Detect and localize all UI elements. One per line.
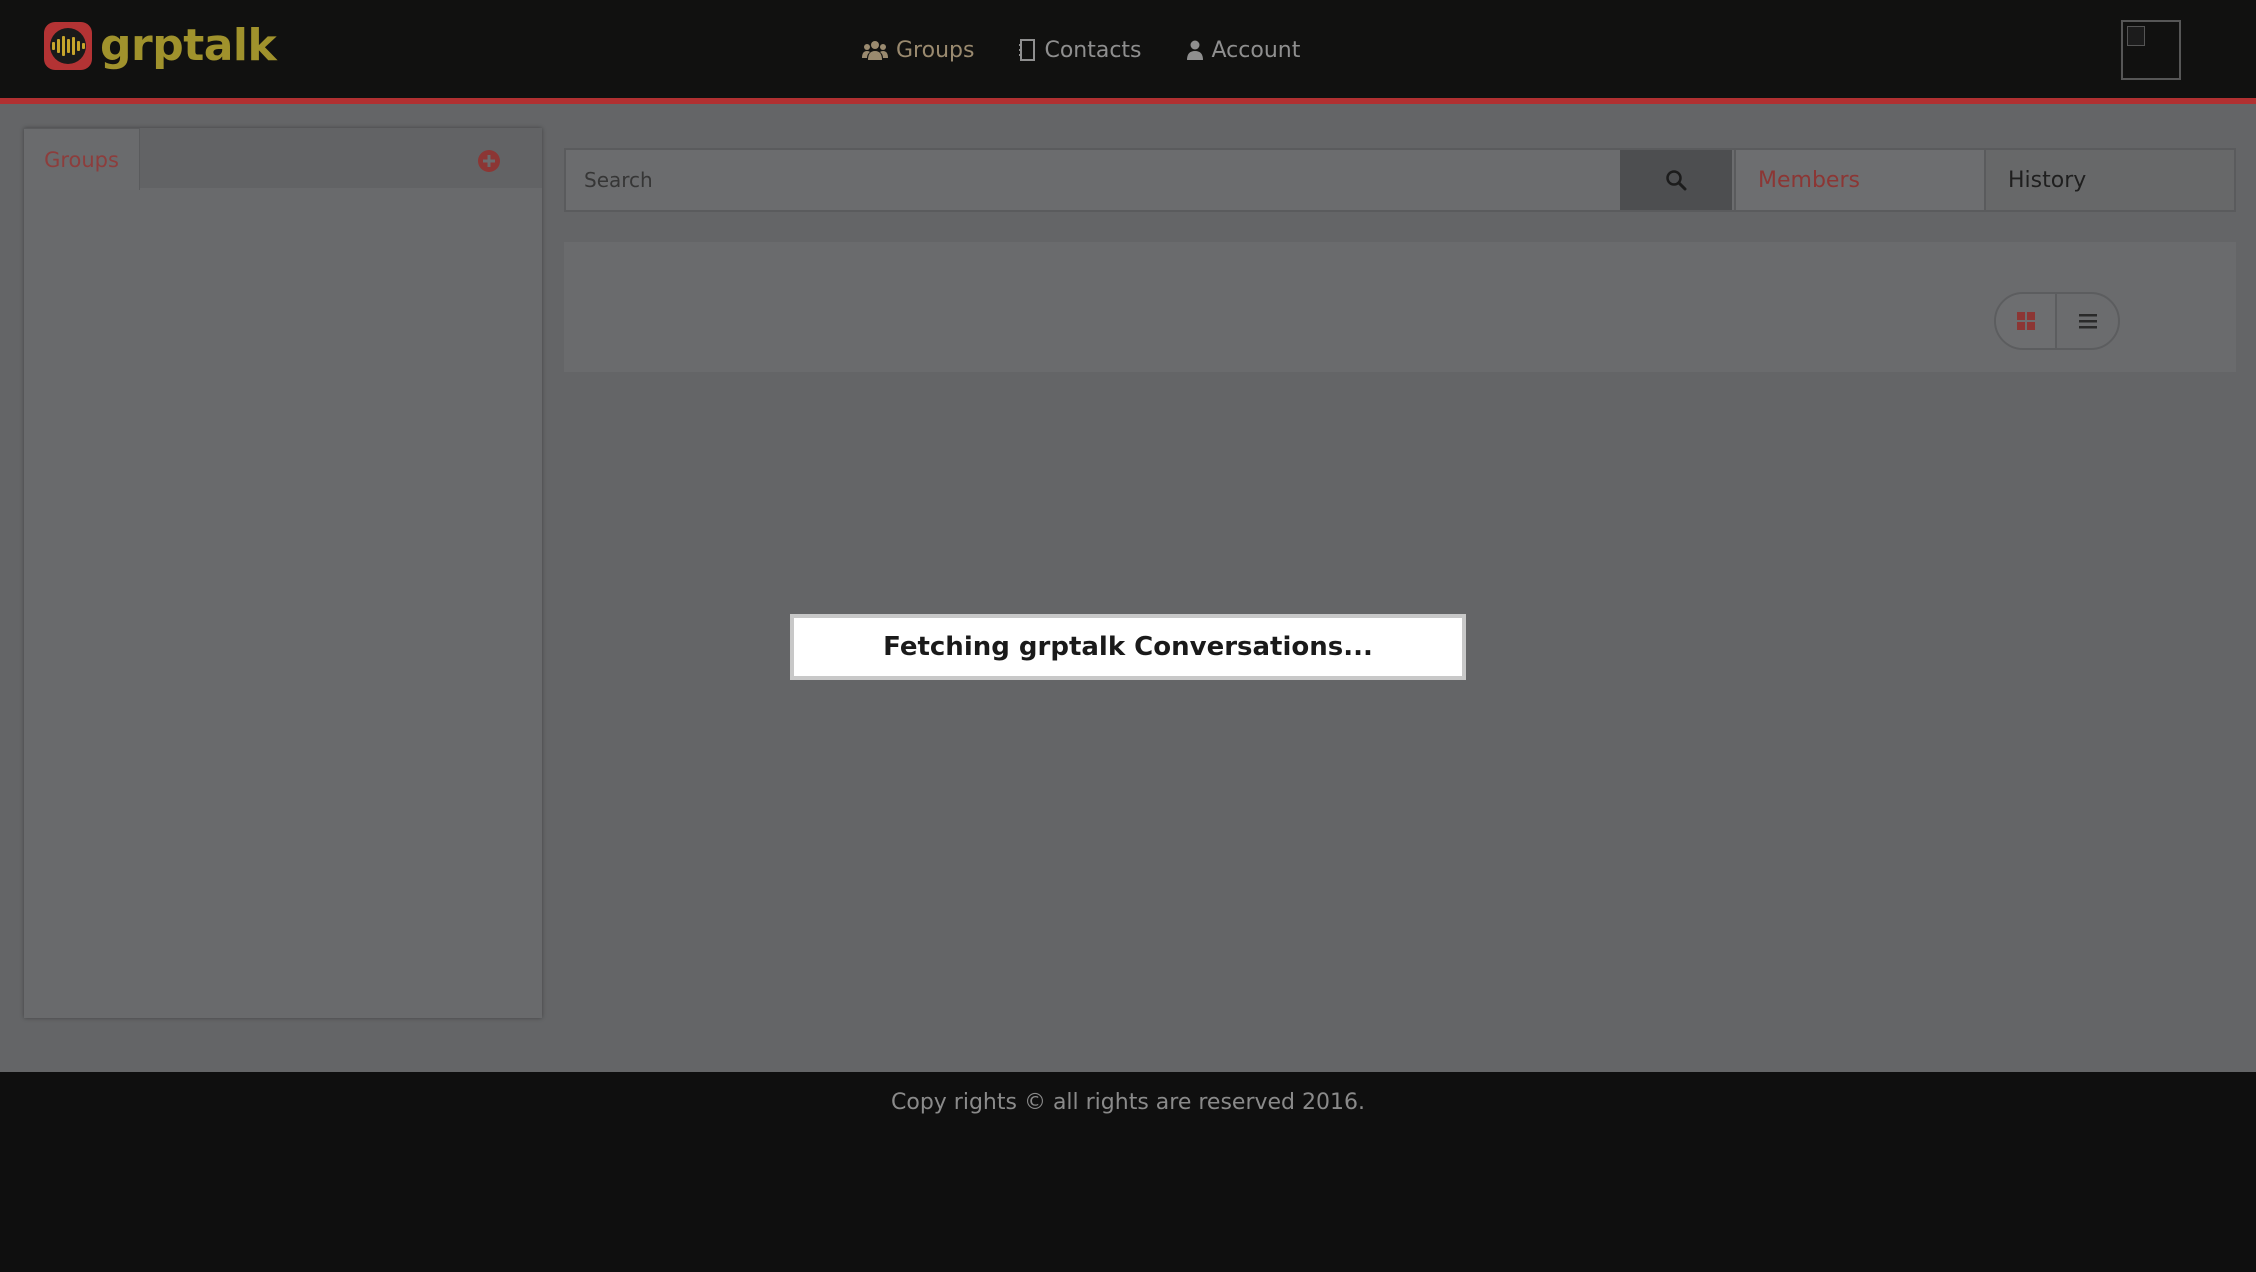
tab-history[interactable]: History [1984, 150, 2234, 210]
search-icon [1666, 170, 1687, 191]
profile-avatar[interactable] [2121, 20, 2181, 80]
main-content: Groups Members History [0, 104, 2256, 1072]
broken-image-icon [2127, 26, 2145, 46]
nav-groups[interactable]: Groups [862, 32, 974, 68]
users-icon [862, 40, 888, 60]
search-bar: Members History [564, 148, 2236, 212]
grid-view-button[interactable] [1996, 294, 2058, 348]
loading-modal: Fetching grptalk Conversations... [790, 614, 1466, 680]
user-icon [1186, 40, 1204, 60]
logo-text: grptalk [100, 20, 277, 71]
footer: Copy rights © all rights are reserved 20… [0, 1072, 2256, 1272]
footer-copyright: Copy rights © all rights are reserved 20… [891, 1090, 1365, 1115]
plus-circle-icon [478, 150, 500, 172]
main-nav: Groups Contacts Account [862, 32, 1344, 68]
logo-icon [44, 22, 92, 70]
logo[interactable]: grptalk [44, 20, 277, 71]
grid-icon [2016, 312, 2035, 330]
add-group-button[interactable] [476, 148, 502, 174]
view-toggle [1994, 292, 2120, 350]
top-navbar: grptalk Groups Contacts Account [0, 0, 2256, 98]
conversations-toolbar [564, 242, 2236, 372]
tab-members[interactable]: Members [1734, 150, 1984, 210]
search-button[interactable] [1620, 150, 1732, 210]
list-view-button[interactable] [2057, 294, 2118, 348]
groups-sidebar: Groups [24, 128, 542, 1018]
nav-groups-label: Groups [896, 37, 975, 63]
list-icon [2078, 314, 2097, 329]
tab-groups[interactable]: Groups [24, 128, 140, 190]
address-book-icon [1018, 39, 1036, 61]
nav-contacts-label: Contacts [1044, 37, 1142, 63]
nav-account[interactable]: Account [1186, 32, 1301, 68]
search-input[interactable] [566, 150, 1618, 210]
nav-contacts[interactable]: Contacts [1018, 32, 1142, 68]
loading-message: Fetching grptalk Conversations... [883, 632, 1373, 662]
nav-account-label: Account [1211, 37, 1301, 63]
